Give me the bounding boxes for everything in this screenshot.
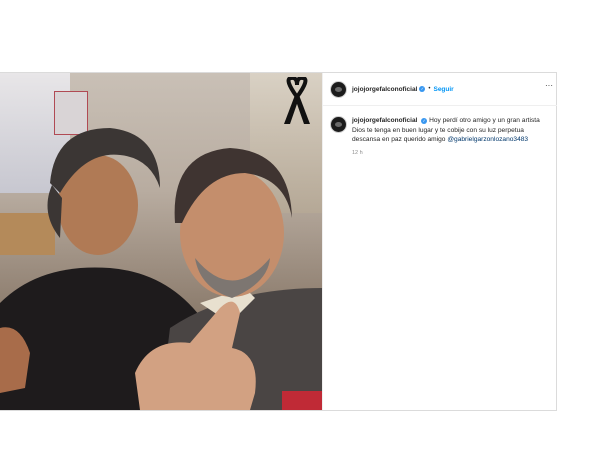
- caption-username[interactable]: jojojorgefalconoficial: [352, 117, 417, 124]
- people-illustration: [0, 128, 322, 410]
- mourning-ribbon-icon: [284, 77, 310, 124]
- caption: jojojorgefalconoficial ✓ Hoy perdí otro …: [323, 106, 557, 158]
- caption-mention-link[interactable]: @gabrielgarzonlozano3483: [447, 136, 528, 143]
- verified-badge-icon: ✓: [421, 118, 428, 124]
- post-header: jojojorgefalconoficial ✓ • Seguir ···: [323, 73, 557, 106]
- header-username[interactable]: jojojorgefalconoficial: [352, 86, 417, 93]
- more-options-icon[interactable]: ···: [545, 81, 553, 90]
- avatar[interactable]: [331, 81, 346, 97]
- post-sidebar: jojojorgefalconoficial ✓ • Seguir ··· jo…: [322, 73, 557, 410]
- follow-button[interactable]: Seguir: [433, 86, 453, 93]
- separator-dot: •: [428, 86, 431, 92]
- caption-avatar[interactable]: [331, 117, 346, 132]
- post-photo[interactable]: [0, 73, 322, 410]
- verified-badge-icon: ✓: [419, 86, 426, 92]
- avatar-image-icon: [335, 86, 342, 92]
- instagram-post: jojojorgefalconoficial ✓ • Seguir ··· jo…: [0, 72, 557, 411]
- post-timestamp[interactable]: 12 h: [352, 149, 549, 159]
- caption-body: jojojorgefalconoficial ✓ Hoy perdí otro …: [352, 116, 549, 158]
- avatar-image-icon: [335, 122, 342, 127]
